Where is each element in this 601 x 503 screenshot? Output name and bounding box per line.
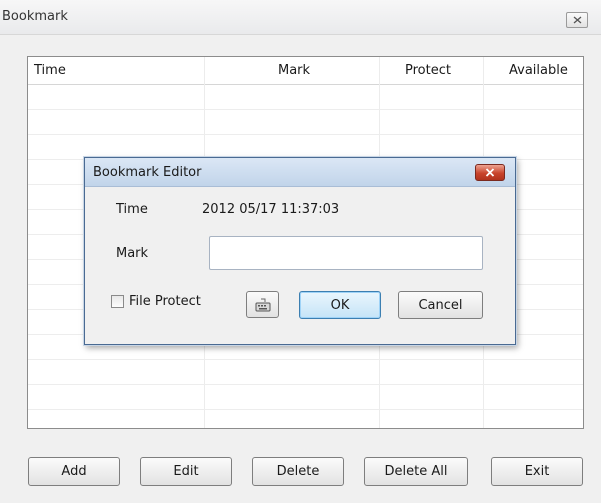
edit-button[interactable]: Edit xyxy=(140,457,232,486)
delete-all-button[interactable]: Delete All xyxy=(364,457,468,486)
window-titlebar: Bookmark xyxy=(0,0,601,35)
row-gridline xyxy=(28,409,583,410)
row-gridline xyxy=(28,384,583,385)
mark-label: Mark xyxy=(116,246,149,261)
delete-button[interactable]: Delete xyxy=(252,457,344,486)
column-header-mark[interactable]: Mark xyxy=(278,63,310,78)
dialog-close-button[interactable] xyxy=(475,164,505,181)
add-button[interactable]: Add xyxy=(28,457,120,486)
time-label: Time xyxy=(116,202,148,217)
bookmark-editor-dialog: Bookmark Editor Time 2012 05/17 11:37:03… xyxy=(84,157,516,345)
column-header-protect[interactable]: Protect xyxy=(405,63,451,78)
list-header: Time Mark Protect Available xyxy=(28,57,583,85)
row-gridline xyxy=(28,134,583,135)
bookmark-window: Bookmark Time Mark Protect Available Add xyxy=(0,0,601,503)
ok-button[interactable]: OK xyxy=(299,291,381,319)
dialog-title: Bookmark Editor xyxy=(93,165,202,180)
mark-input[interactable] xyxy=(209,236,483,270)
keyboard-icon xyxy=(255,298,271,312)
row-gridline xyxy=(28,359,583,360)
window-close-button[interactable] xyxy=(566,12,588,28)
exit-button[interactable]: Exit xyxy=(491,457,583,486)
column-header-time[interactable]: Time xyxy=(34,63,66,78)
row-gridline xyxy=(28,109,583,110)
file-protect-label[interactable]: File Protect xyxy=(129,294,201,309)
cancel-button[interactable]: Cancel xyxy=(398,291,483,319)
file-protect-checkbox[interactable] xyxy=(111,295,124,308)
window-title: Bookmark xyxy=(2,9,68,24)
keyboard-button[interactable] xyxy=(246,291,279,318)
time-value: 2012 05/17 11:37:03 xyxy=(202,202,340,217)
dialog-titlebar: Bookmark Editor xyxy=(85,158,515,187)
close-x-icon xyxy=(573,16,582,24)
column-header-available[interactable]: Available xyxy=(509,63,568,78)
close-x-icon xyxy=(485,168,495,177)
